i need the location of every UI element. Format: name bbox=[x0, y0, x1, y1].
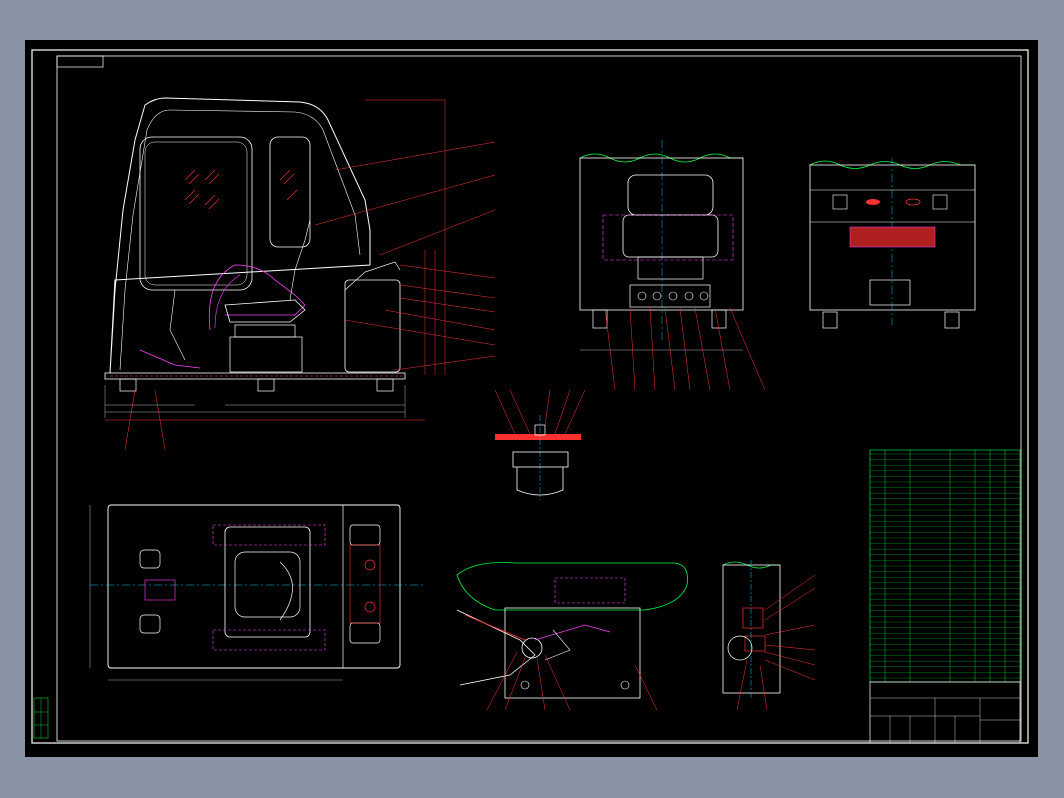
mount-detail bbox=[494, 389, 586, 500]
corner-stamp-box bbox=[56, 55, 104, 68]
margin-stamp bbox=[33, 697, 49, 739]
control-panel-view bbox=[809, 158, 976, 329]
inner-border bbox=[56, 55, 1022, 742]
title-block bbox=[869, 681, 1021, 744]
outer-border bbox=[31, 49, 1029, 744]
seat-rear-view bbox=[579, 140, 766, 391]
floor-plan-view bbox=[89, 504, 425, 681]
drawing-sheet bbox=[25, 40, 1038, 757]
small-section-view bbox=[722, 560, 816, 711]
seat-side-section bbox=[456, 562, 688, 711]
parts-list-table bbox=[869, 449, 1021, 683]
cad-drawing bbox=[31, 49, 1029, 744]
cab-side-view bbox=[104, 97, 496, 451]
